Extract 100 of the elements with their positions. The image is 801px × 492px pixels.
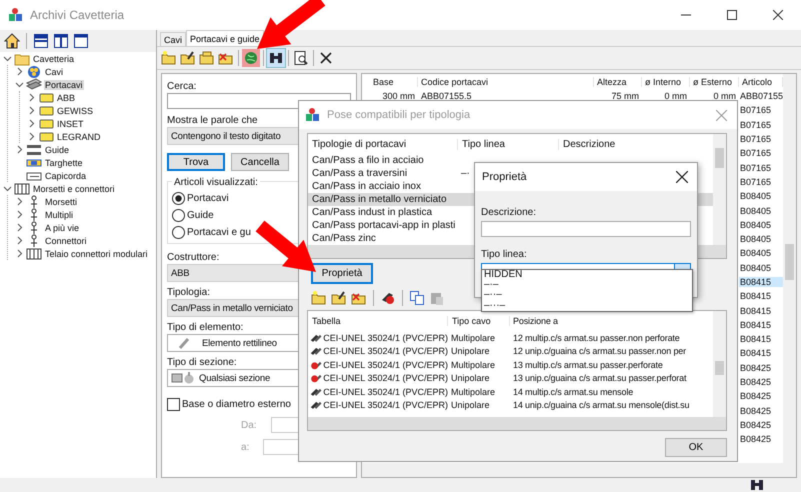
table-cell-text: B08415 [739, 291, 772, 302]
maximize-icon[interactable] [727, 10, 737, 20]
edit-folder-icon[interactable] [331, 290, 347, 306]
collapse-icon[interactable] [3, 54, 12, 63]
horizontal-scrollbar[interactable] [362, 463, 796, 477]
column-header[interactable]: Descrizione [559, 138, 616, 150]
copy-icon[interactable] [409, 290, 425, 306]
column-header[interactable]: ø Esterno [690, 76, 739, 86]
column-header[interactable]: Posizione a [510, 316, 558, 326]
expand-icon[interactable] [15, 236, 24, 245]
column-header[interactable]: Base [370, 76, 418, 86]
tab[interactable]: Portacavi e guide [186, 30, 264, 46]
collapse-icon[interactable] [3, 184, 12, 193]
expand-icon[interactable] [27, 106, 36, 115]
vertical-scrollbar[interactable] [783, 74, 796, 463]
new-folder-icon[interactable] [311, 290, 327, 306]
description-field[interactable] [481, 221, 691, 237]
column-header[interactable]: ø Interno [642, 76, 690, 86]
preview-icon[interactable] [292, 49, 310, 67]
tree-item[interactable]: Telaio connettori modulari [44, 248, 149, 258]
radio-button[interactable] [172, 226, 185, 239]
app-icon [305, 107, 321, 123]
table-cell-text: B08405 [739, 248, 772, 258]
tree-item[interactable]: LEGRAND [56, 132, 102, 142]
column-header[interactable]: Tabella [308, 316, 448, 326]
new-folder-icon[interactable] [160, 49, 178, 67]
collapse-icon[interactable] [15, 80, 24, 89]
tree-item[interactable]: Capicorda [44, 170, 88, 180]
table-cell-text: 0 mm [664, 91, 688, 102]
table-cell-text: B07165 [739, 120, 772, 130]
ok-button[interactable]: OK [665, 438, 727, 457]
dropdown-option[interactable]: –·– [484, 280, 498, 290]
tree-item[interactable]: Guide [44, 144, 70, 154]
expand-icon[interactable] [15, 197, 24, 206]
range-label: Da: [241, 420, 257, 430]
globe-icon[interactable] [242, 49, 260, 67]
table-cell-text: B07165 [739, 134, 772, 144]
horizontal-scrollbar[interactable] [308, 417, 726, 430]
form-button[interactable]: Cancella [231, 153, 289, 171]
tag-icon [38, 104, 54, 118]
expand-icon[interactable] [27, 93, 36, 102]
radio-label[interactable]: Portacavi [187, 193, 229, 204]
radio-label[interactable]: Portacavi e gu [187, 227, 251, 238]
table-cell-text: B08415 [739, 306, 772, 316]
vertical-scrollbar[interactable] [713, 311, 726, 417]
expand-icon[interactable] [15, 67, 24, 76]
vertical-scrollbar[interactable] [713, 134, 726, 245]
close-icon[interactable] [676, 171, 688, 183]
table-cell-text: B07165 [739, 148, 772, 158]
tree-item[interactable]: Portacavi [44, 80, 84, 90]
column-header[interactable]: Tipo linea [458, 138, 559, 150]
column-header[interactable]: Altezza [594, 76, 642, 86]
table-cell-text: 14 multip.c/s armat.su mensole [512, 386, 634, 397]
radio-label[interactable]: Guide [187, 210, 214, 221]
home-icon[interactable] [4, 33, 20, 49]
table-cell-text: 13 unip.c/guaina c/s armat.su passer.perforat [512, 373, 686, 384]
table-cell: CEI-UNEL 35024/1 (PVC/EPR) [323, 360, 448, 370]
expand-icon[interactable] [15, 210, 24, 219]
split-vertical-icon[interactable] [53, 33, 69, 49]
tree-item[interactable]: Morsetti [44, 196, 78, 206]
expand-icon[interactable] [27, 119, 36, 128]
tree-item[interactable]: INSET [56, 118, 85, 128]
edit-folder-icon[interactable] [179, 49, 197, 67]
cable-reel-icon[interactable] [380, 290, 396, 306]
tree-item[interactable]: GEWISS [56, 106, 94, 116]
folders-icon[interactable] [198, 49, 216, 67]
tree-item[interactable]: Multipli [44, 210, 74, 220]
tree-item[interactable]: Cavetteria [32, 54, 76, 64]
dropdown-option[interactable]: HIDDEN [484, 270, 522, 280]
tree-item[interactable]: A più vie [44, 222, 80, 232]
split-horizontal-icon[interactable] [33, 33, 49, 49]
radio-button[interactable] [172, 192, 185, 205]
form-button[interactable]: Trova [167, 153, 225, 171]
column-header[interactable]: Tipo cavo [448, 316, 510, 326]
radio-button[interactable] [172, 209, 185, 222]
checkbox-label[interactable]: Base o diametro esterno [182, 399, 291, 410]
expand-icon[interactable] [15, 223, 24, 232]
dropdown-option[interactable]: –··– [484, 290, 502, 301]
close-icon[interactable] [773, 10, 783, 20]
tree-item[interactable]: Cavi [44, 66, 64, 76]
expand-icon[interactable] [27, 132, 36, 141]
table-cell-text: B08405 [739, 220, 772, 230]
table-cell: CEI-UNEL 35024/1 (PVC/EPR) [323, 386, 448, 397]
table-cell-text: B08405 [739, 234, 772, 244]
table-cell: B08415 [739, 277, 783, 287]
properties-button[interactable]: Proprietà [311, 263, 373, 284]
tree-item[interactable]: Morsetti e connettori [32, 184, 116, 194]
checkbox[interactable] [167, 398, 180, 411]
single-pane-icon[interactable] [73, 33, 89, 49]
tree-item[interactable]: ABB [56, 92, 76, 102]
column-header[interactable]: Tipologie di portacavi [308, 138, 458, 150]
column-header[interactable]: Codice portacavi [418, 76, 594, 86]
tree-item[interactable]: Targhette [44, 158, 84, 168]
tab[interactable]: Cavi [160, 32, 186, 46]
table-cell-text: 300 mm [381, 91, 416, 102]
expand-icon[interactable] [15, 145, 24, 154]
dropdown-option[interactable]: –···– [484, 300, 506, 311]
table-cell-text: B08405 [739, 191, 772, 202]
tree-item[interactable]: Connettori [44, 236, 88, 246]
expand-icon[interactable] [15, 249, 24, 258]
